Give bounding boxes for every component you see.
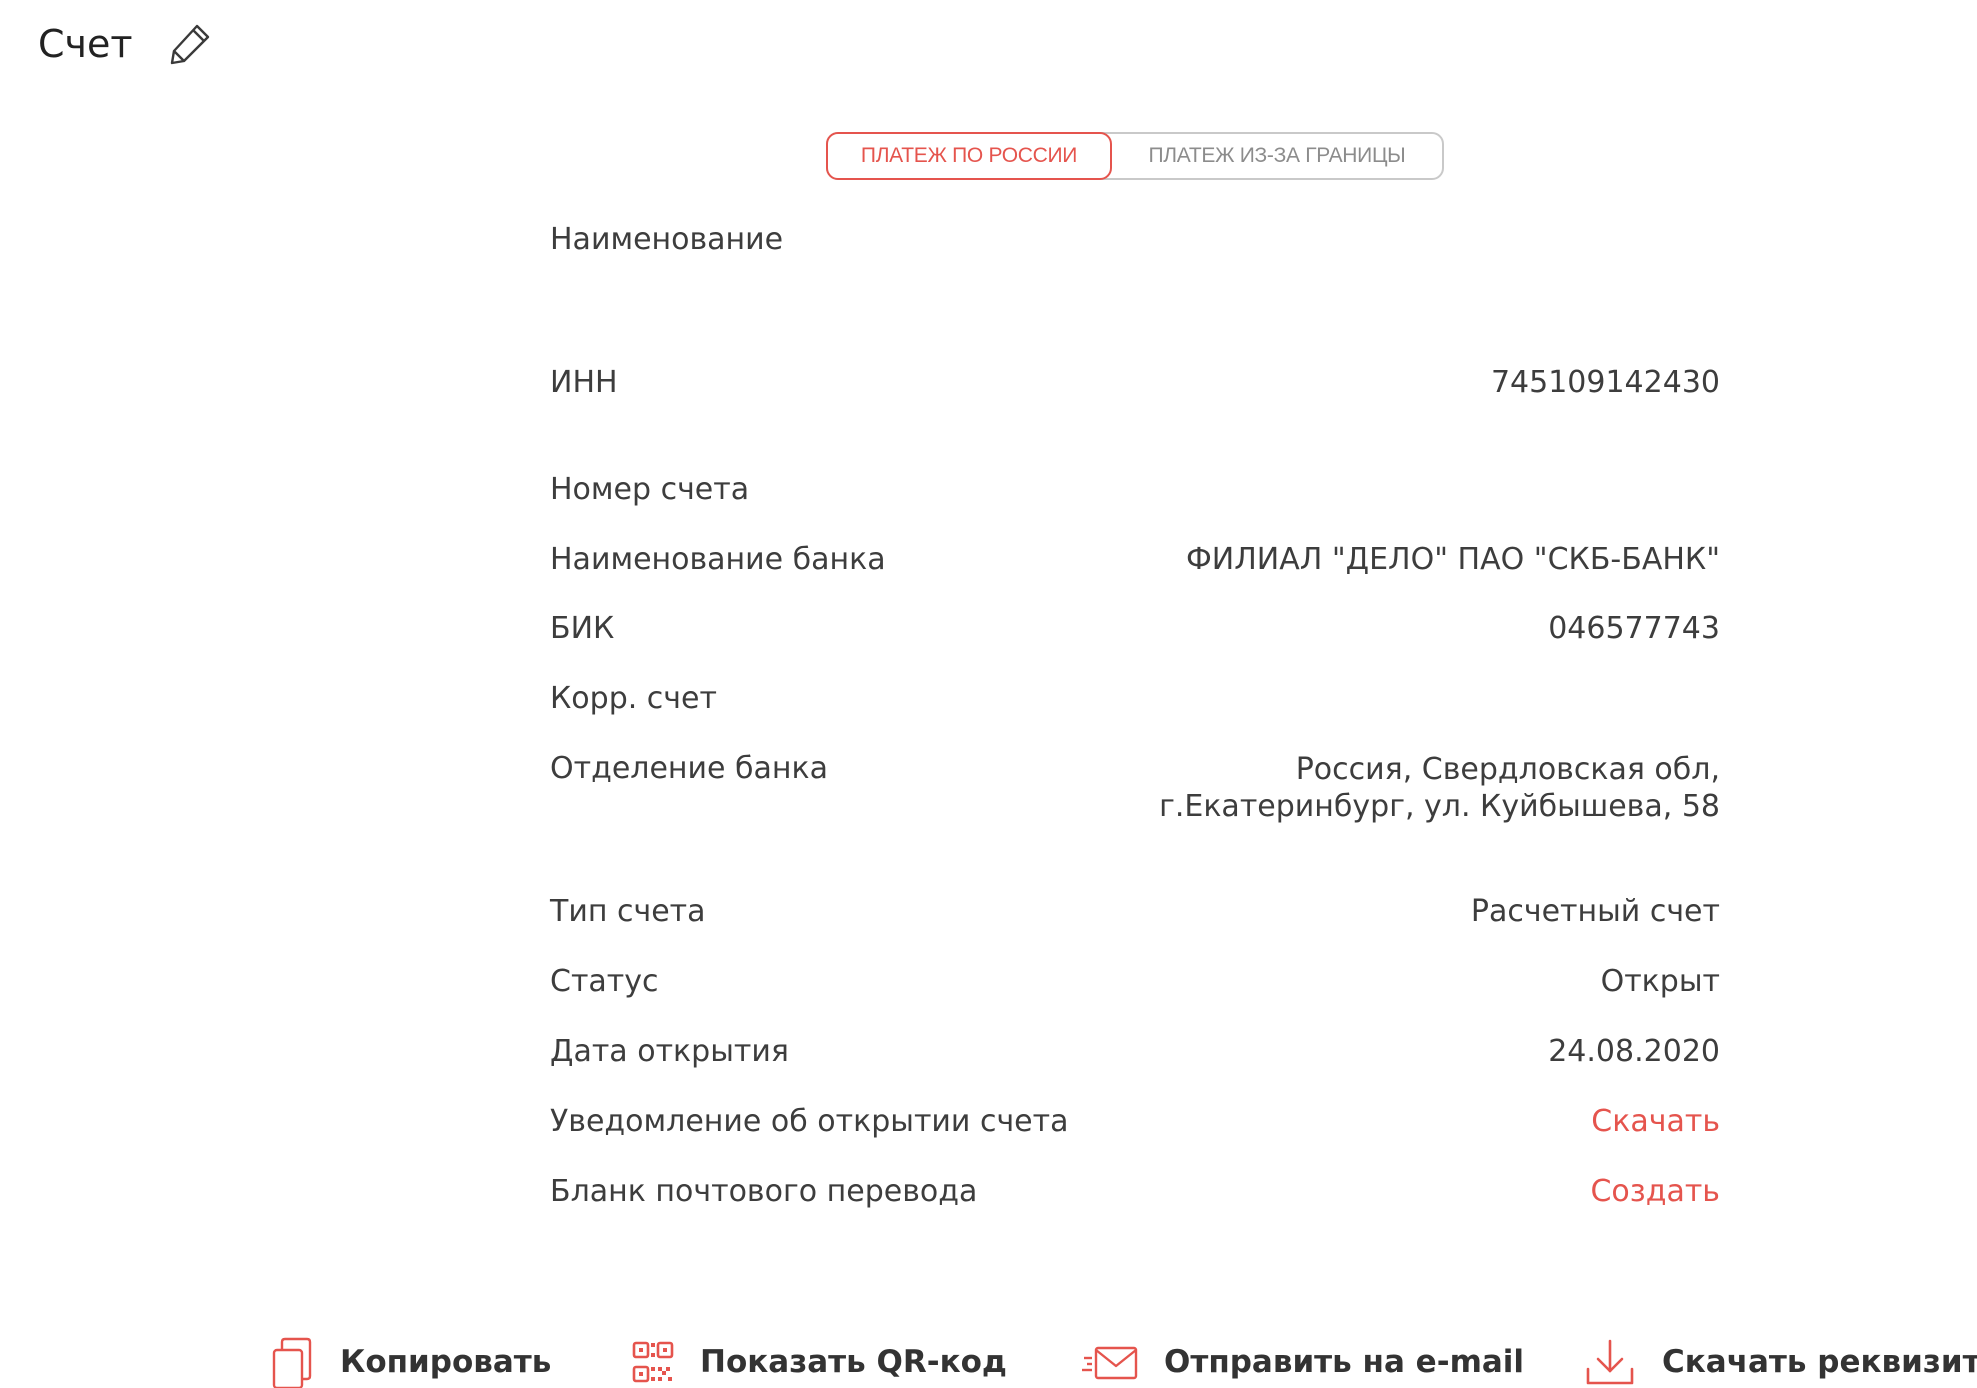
status-value: Открыт bbox=[1600, 964, 1720, 999]
envelope-icon bbox=[1082, 1342, 1138, 1382]
qr-code-icon bbox=[632, 1341, 674, 1383]
show-qr-button[interactable]: Показать QR-код bbox=[632, 1336, 1007, 1388]
status-label: Статус bbox=[550, 964, 659, 999]
corr-account-label: Корр. счет bbox=[550, 681, 717, 716]
postal-form-label: Бланк почтового перевода bbox=[550, 1174, 978, 1209]
show-qr-label: Показать QR-код bbox=[700, 1344, 1007, 1380]
send-email-button[interactable]: Отправить на e-mail bbox=[1082, 1336, 1524, 1388]
copy-label: Копировать bbox=[340, 1344, 552, 1380]
send-email-label: Отправить на e-mail bbox=[1164, 1344, 1525, 1380]
bank-name-label: Наименование банка bbox=[550, 542, 886, 577]
branch-label: Отделение банка bbox=[550, 751, 829, 786]
copy-button[interactable]: Копировать bbox=[270, 1336, 551, 1388]
account-number-label: Номер счета bbox=[550, 472, 750, 507]
bik-value: 046577743 bbox=[1548, 611, 1720, 646]
download-notice-link[interactable]: Скачать bbox=[1591, 1104, 1720, 1140]
inn-label: ИНН bbox=[550, 365, 618, 400]
tab-payment-russia[interactable]: ПЛАТЕЖ ПО РОССИИ bbox=[826, 132, 1112, 180]
name-label: Наименование bbox=[550, 222, 784, 257]
open-date-label: Дата открытия bbox=[550, 1034, 789, 1069]
bank-name-value: ФИЛИАЛ "ДЕЛО" ПАО "СКБ-БАНК" bbox=[1185, 542, 1720, 577]
open-date-value: 24.08.2020 bbox=[1548, 1034, 1720, 1069]
open-notice-label: Уведомление об открытии счета bbox=[550, 1104, 1069, 1139]
account-type-value: Расчетный счет bbox=[1470, 894, 1720, 929]
page-header: Счет bbox=[38, 16, 213, 72]
payment-type-switch: ПЛАТЕЖ ПО РОССИИ ПЛАТЕЖ ИЗ-ЗА ГРАНИЦЫ bbox=[826, 132, 1444, 180]
download-details-label: Скачать реквизиты bbox=[1662, 1344, 1977, 1380]
tab-payment-abroad[interactable]: ПЛАТЕЖ ИЗ-ЗА ГРАНИЦЫ bbox=[1112, 134, 1442, 178]
create-postal-form-link[interactable]: Создать bbox=[1590, 1174, 1720, 1210]
actions-bar: Копировать Показать QR-код Отправить на … bbox=[0, 1336, 1977, 1388]
page-title: Счет bbox=[38, 22, 133, 66]
download-icon bbox=[1584, 1337, 1636, 1387]
pencil-icon[interactable] bbox=[167, 21, 213, 67]
account-type-label: Тип счета bbox=[550, 894, 706, 929]
inn-value: 745109142430 bbox=[1490, 365, 1720, 400]
copy-icon bbox=[270, 1336, 314, 1388]
bik-label: БИК bbox=[550, 611, 615, 646]
download-details-button[interactable]: Скачать реквизиты bbox=[1584, 1336, 1977, 1388]
branch-value: Россия, Свердловская обл, г.Екатеринбург… bbox=[1159, 752, 1720, 824]
